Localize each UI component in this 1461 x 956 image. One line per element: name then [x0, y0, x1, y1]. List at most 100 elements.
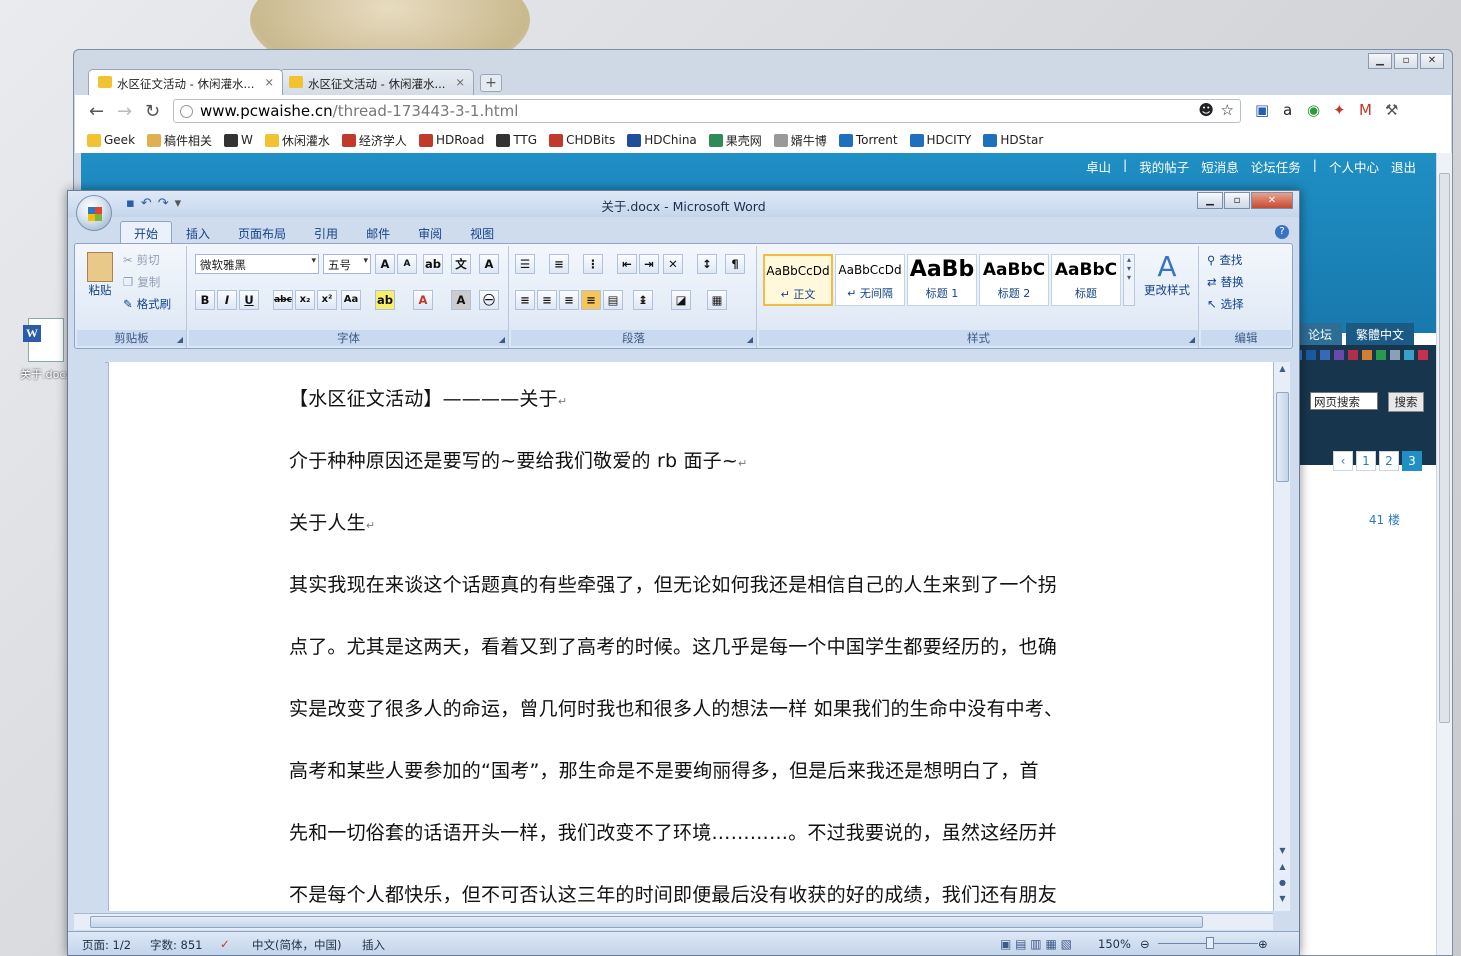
- theme-swatch[interactable]: [1306, 350, 1316, 360]
- style-heading-1[interactable]: AaBb 标题 1: [907, 254, 977, 306]
- search-scope-select[interactable]: 网页搜索: [1310, 392, 1378, 410]
- ribbon-tab[interactable]: 审阅: [404, 221, 456, 245]
- numbering-icon[interactable]: ≡: [549, 254, 569, 274]
- superscript-icon[interactable]: x²: [317, 290, 337, 310]
- prev-page-icon[interactable]: ▲: [1274, 862, 1291, 871]
- zoom-in-icon[interactable]: ⊕: [1258, 937, 1268, 951]
- site-top-link[interactable]: 短消息: [1201, 157, 1239, 176]
- site-tab-traditional-chinese[interactable]: 繁體中文: [1345, 323, 1414, 345]
- underline-icon[interactable]: U: [239, 290, 259, 310]
- strikethrough-icon[interactable]: abc: [273, 290, 293, 310]
- multilevel-list-icon[interactable]: ⋮: [583, 254, 603, 274]
- document-horizontal-scrollbar[interactable]: [74, 913, 1273, 930]
- extension-green-icon[interactable]: ◉: [1307, 101, 1320, 119]
- increase-indent-icon[interactable]: ⇥: [639, 254, 659, 274]
- theme-swatch[interactable]: [1376, 350, 1386, 360]
- copy-button[interactable]: ❐ 复制: [123, 274, 160, 290]
- shading-icon[interactable]: ◪: [671, 290, 691, 310]
- align-right-icon[interactable]: ≡: [559, 290, 579, 310]
- browser-scrollbar[interactable]: [1436, 153, 1452, 955]
- page-count[interactable]: 页面: 1/2: [82, 937, 131, 953]
- dialog-launcher-icon[interactable]: ◢: [499, 335, 505, 344]
- back-icon[interactable]: ←: [89, 101, 104, 122]
- bookmark-item[interactable]: HDCITY: [909, 133, 971, 147]
- highlight-icon[interactable]: ab: [375, 290, 395, 310]
- styles-gallery-scroll[interactable]: ▴ ▾ ▾: [1123, 254, 1135, 306]
- star-icon[interactable]: ☆: [1221, 101, 1234, 119]
- site-top-link[interactable]: 卓山: [1086, 157, 1111, 176]
- bold-icon[interactable]: B: [195, 290, 215, 310]
- address-bar[interactable]: www.pcwaishe.cn/thread-173443-3-1.html ☻…: [173, 99, 1241, 123]
- scroll-thumb[interactable]: [1276, 392, 1289, 482]
- scroll-up-icon[interactable]: ▲: [1274, 364, 1291, 373]
- minimize-button[interactable]: ▁: [1368, 53, 1392, 69]
- browser-tab[interactable]: 水区征文活动 - 休闲灌水... ×: [88, 69, 283, 95]
- word-minimize-button[interactable]: ▁: [1197, 192, 1223, 209]
- change-styles-button[interactable]: A 更改样式: [1139, 252, 1195, 298]
- phonetic-guide-icon[interactable]: 文: [451, 254, 471, 274]
- page-button[interactable]: 2: [1379, 451, 1399, 471]
- bookmark-item[interactable]: 婿牛博: [773, 132, 827, 149]
- bookmark-item[interactable]: 休闲灌水: [264, 132, 330, 149]
- scroll-thumb[interactable]: [1439, 173, 1450, 723]
- help-icon[interactable]: ?: [1275, 225, 1289, 239]
- select-button[interactable]: ↖ 选择: [1207, 296, 1244, 312]
- ribbon-tab[interactable]: 页面布局: [224, 221, 300, 245]
- reload-icon[interactable]: ↻: [145, 101, 160, 122]
- forward-icon[interactable]: →: [117, 101, 132, 122]
- proofing-icon[interactable]: ✓: [220, 937, 230, 951]
- insert-mode[interactable]: 插入: [362, 937, 385, 953]
- scroll-down-icon[interactable]: ▼: [1274, 846, 1291, 855]
- bullets-icon[interactable]: ☰: [515, 254, 535, 274]
- site-top-link[interactable]: 我的帖子: [1139, 157, 1189, 176]
- bookmark-item[interactable]: CHDBits: [549, 133, 615, 147]
- font-name-combo[interactable]: 微软雅黑: [195, 254, 319, 274]
- zoom-slider-knob[interactable]: [1206, 937, 1214, 949]
- bookmark-item[interactable]: 经济学人: [341, 132, 407, 149]
- scroll-thumb[interactable]: [90, 916, 1203, 928]
- zoom-out-icon[interactable]: ⊖: [1140, 937, 1150, 951]
- decrease-indent-icon[interactable]: ⇤: [617, 254, 637, 274]
- bookmark-item[interactable]: Torrent: [838, 133, 898, 147]
- show-marks-icon[interactable]: ¶: [725, 254, 745, 274]
- subscript-icon[interactable]: x₂: [295, 290, 315, 310]
- dialog-launcher-icon[interactable]: ◢: [177, 335, 183, 344]
- style-no-spacing[interactable]: AaBbCcDd ↵ 无间隔: [835, 254, 905, 306]
- bookmark-item[interactable]: TTG: [496, 133, 537, 147]
- word-maximize-button[interactable]: ▫: [1224, 192, 1250, 209]
- new-tab-button[interactable]: +: [480, 74, 502, 92]
- theme-swatch[interactable]: [1320, 350, 1330, 360]
- bookmark-item[interactable]: 稿件相关: [147, 132, 212, 149]
- dialog-launcher-icon[interactable]: ◢: [747, 335, 753, 344]
- sort-icon[interactable]: ↕: [697, 254, 717, 274]
- font-color-icon[interactable]: A: [413, 290, 433, 310]
- enclose-char-icon[interactable]: ㊀: [479, 290, 499, 310]
- language[interactable]: 中文(简体，中国): [252, 937, 341, 953]
- justify-icon[interactable]: ≡: [581, 290, 601, 310]
- align-left-icon[interactable]: ≡: [515, 290, 535, 310]
- ribbon-tab[interactable]: 视图: [456, 221, 508, 245]
- amazon-icon[interactable]: a: [1283, 101, 1292, 119]
- ribbon-tab[interactable]: 开始: [120, 221, 173, 245]
- page-button-current[interactable]: 3: [1402, 451, 1422, 471]
- theme-swatch[interactable]: [1348, 350, 1358, 360]
- facebook-icon[interactable]: ▣: [1255, 101, 1269, 119]
- office-button[interactable]: [76, 195, 112, 231]
- char-shading-icon[interactable]: A: [451, 290, 471, 310]
- maximize-button[interactable]: ▫: [1394, 53, 1418, 69]
- theme-swatch[interactable]: [1418, 350, 1428, 360]
- distributed-icon[interactable]: ▤: [603, 290, 623, 310]
- style-heading-2[interactable]: AaBbC 标题 2: [979, 254, 1049, 306]
- borders-icon[interactable]: ▦: [707, 290, 727, 310]
- extension-red-icon[interactable]: ✦: [1333, 101, 1346, 119]
- ribbon-tab[interactable]: 插入: [172, 221, 224, 245]
- style-normal[interactable]: AaBbCcDd ↵ 正文: [763, 254, 833, 306]
- close-button[interactable]: ✕: [1420, 53, 1444, 69]
- page-prev-button[interactable]: ‹: [1333, 451, 1353, 471]
- gmail-icon[interactable]: M: [1359, 101, 1372, 119]
- italic-icon[interactable]: I: [217, 290, 237, 310]
- bookmark-item[interactable]: HDStar: [983, 133, 1043, 147]
- bookmark-item[interactable]: 果壳网: [708, 132, 762, 149]
- theme-swatch[interactable]: [1390, 350, 1400, 360]
- char-border-icon[interactable]: A: [479, 254, 499, 274]
